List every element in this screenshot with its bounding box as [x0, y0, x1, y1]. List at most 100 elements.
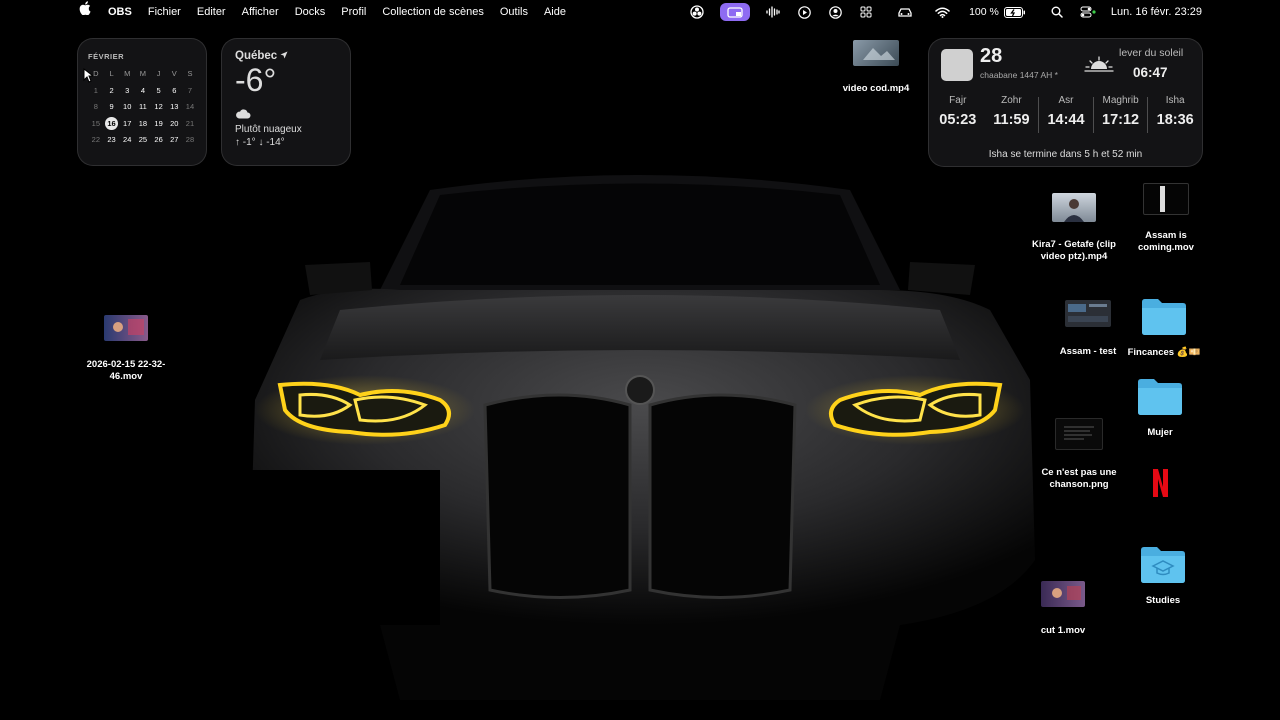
- prayer-countdown: Isha se termine dans 5 h et 52 min: [988, 149, 1143, 160]
- weather-condition: Plutôt nuageux: [235, 124, 302, 135]
- menu-collection-scenes[interactable]: Collection de scènes: [374, 0, 492, 24]
- menu-afficher[interactable]: Afficher: [234, 0, 287, 24]
- control-center-icon[interactable]: [1080, 4, 1096, 20]
- video-thumbnail: [1052, 193, 1096, 222]
- calendar-weekday: L: [109, 69, 114, 78]
- wifi-icon[interactable]: [934, 4, 950, 20]
- menu-outils[interactable]: Outils: [492, 0, 536, 24]
- grid-apps-icon[interactable]: [858, 4, 874, 20]
- car-icon[interactable]: [897, 4, 913, 20]
- calendar-day: 22: [91, 135, 101, 144]
- battery-charging-icon[interactable]: [1003, 4, 1026, 20]
- video-thumbnail: [1041, 581, 1085, 607]
- desktop-app-netflix[interactable]: [1110, 463, 1210, 503]
- netflix-icon: [1140, 463, 1180, 503]
- video-thumbnail: [104, 315, 148, 341]
- menu-fichier[interactable]: Fichier: [140, 0, 189, 24]
- prayer-zohr: Zohr 11:59: [985, 95, 1039, 133]
- desktop-folder-fincances[interactable]: Fincances 💰💴: [1114, 296, 1214, 359]
- calendar-day: 18: [138, 118, 148, 128]
- sunrise-label: lever du soleil: [1119, 47, 1184, 59]
- play-icon[interactable]: [796, 4, 812, 20]
- calendar-day: 25: [138, 135, 148, 144]
- calendar-month: FÉVRIER: [88, 52, 125, 61]
- calendar-day: 14: [185, 102, 195, 111]
- prayer-time: 05:23: [939, 112, 977, 128]
- prayer-name: Isha: [1165, 95, 1185, 106]
- desktop-file-kira7[interactable]: Kira7 - Getafe (clip video ptz).mp4: [1024, 193, 1124, 263]
- folder-icon: [1139, 544, 1187, 584]
- prayer-name: Asr: [1058, 95, 1074, 106]
- calendar-weekday: J: [156, 69, 161, 78]
- spotlight-search-icon[interactable]: [1049, 4, 1065, 20]
- calendar-day: 9: [109, 102, 114, 111]
- calendar-day: 17: [123, 118, 132, 128]
- audio-waveform-icon[interactable]: [765, 4, 781, 20]
- prayer-fajr: Fajr 05:23: [931, 95, 985, 133]
- prayer-times-widget[interactable]: 28 chaabane 1447 AH * lever du soleil 06…: [928, 38, 1203, 167]
- desktop-file-label: video cod.mp4: [842, 83, 910, 94]
- menu-bar: OBS Fichier Editer Afficher Docks Profil…: [0, 0, 1280, 24]
- menu-docks[interactable]: Docks: [287, 0, 334, 24]
- cloud-icon: [235, 106, 337, 124]
- menu-aide[interactable]: Aide: [536, 0, 574, 24]
- menu-bar-left: OBS Fichier Editer Afficher Docks Profil…: [0, 0, 574, 24]
- menu-app-obs[interactable]: OBS: [100, 0, 140, 24]
- calendar-weekday: V: [171, 69, 177, 78]
- user-account-icon[interactable]: [827, 4, 843, 20]
- weather-temperature: -6°: [235, 62, 277, 98]
- obs-status-icon[interactable]: [689, 4, 705, 20]
- desktop-file-label: Kira7 - Getafe (clip video ptz).mp4: [1032, 239, 1116, 262]
- video-thumbnail: [1143, 183, 1189, 215]
- weather-city: Québec: [235, 50, 278, 62]
- hijri-calendar-square: [941, 49, 973, 81]
- calendar-day: 15: [91, 118, 101, 128]
- calendar-day: 2: [109, 85, 114, 95]
- sunrise-time: 06:47: [1133, 65, 1168, 80]
- calendar-day: 8: [93, 102, 98, 111]
- desktop-file-assam-coming[interactable]: Assam is coming.mov: [1116, 183, 1216, 254]
- image-thumbnail: [1055, 418, 1103, 450]
- screen-share-icon[interactable]: [720, 3, 751, 21]
- calendar-day: 13: [170, 102, 179, 111]
- video-thumbnail: [1065, 300, 1111, 327]
- menu-bar-status: 100 % Lun. 16 févr. 23:29: [689, 0, 1202, 24]
- hijri-month-year: chaabane 1447 AH *: [980, 70, 1058, 80]
- desktop-file-cut1[interactable]: cut 1.mov: [1013, 581, 1113, 637]
- video-thumbnail: [853, 40, 899, 66]
- folder-icon: [1136, 376, 1184, 416]
- prayer-name: Zohr: [1001, 95, 1022, 106]
- desktop-file-label: Fincances 💰💴: [1127, 347, 1201, 358]
- weather-widget[interactable]: Québec -6° Plutôt nuageux ↑ -1° ↓ -14°: [221, 38, 351, 166]
- calendar-grid: D L M M J V S 1 2 3 4 5 6 7 8 9 10 11 12…: [88, 67, 196, 147]
- menu-profil[interactable]: Profil: [333, 0, 374, 24]
- sunrise-icon: [1084, 56, 1114, 72]
- apple-menu-icon[interactable]: [79, 0, 91, 24]
- calendar-day: 11: [139, 102, 147, 111]
- calendar-day: 4: [140, 85, 145, 95]
- calendar-day: 21: [185, 118, 195, 128]
- calendar-day: 12: [154, 102, 163, 111]
- menu-bar-clock[interactable]: Lun. 16 févr. 23:29: [1111, 6, 1202, 18]
- calendar-weekday: S: [187, 69, 193, 78]
- desktop-file-video-cod[interactable]: video cod.mp4: [826, 40, 926, 95]
- calendar-day: 3: [125, 85, 130, 95]
- calendar-weekday: M: [124, 69, 131, 78]
- desktop-file-label: cut 1.mov: [1040, 625, 1086, 636]
- menu-editer[interactable]: Editer: [189, 0, 234, 24]
- desktop-file-label: 2026-02-15 22-32-46.mov: [86, 359, 166, 382]
- desktop-file-recording[interactable]: 2026-02-15 22-32-46.mov: [76, 315, 176, 383]
- desktop-folder-studies[interactable]: Studies: [1113, 544, 1213, 607]
- prayer-time: 17:12: [1102, 112, 1140, 128]
- prayer-isha: Isha 18:36: [1148, 95, 1202, 133]
- calendar-day: 5: [156, 85, 161, 95]
- calendar-day: 26: [154, 135, 163, 144]
- calendar-day: 23: [107, 135, 116, 144]
- calendar-day: 10: [123, 102, 132, 111]
- prayer-time: 18:36: [1156, 112, 1194, 128]
- calendar-widget[interactable]: FÉVRIER D L M M J V S 1 2 3 4 5 6 7 8 9 …: [77, 38, 207, 166]
- desktop-file-label: Studies: [1145, 595, 1181, 606]
- prayer-name: Maghrib: [1102, 95, 1139, 106]
- calendar-day: 27: [170, 135, 179, 144]
- calendar-day: 1: [93, 85, 98, 95]
